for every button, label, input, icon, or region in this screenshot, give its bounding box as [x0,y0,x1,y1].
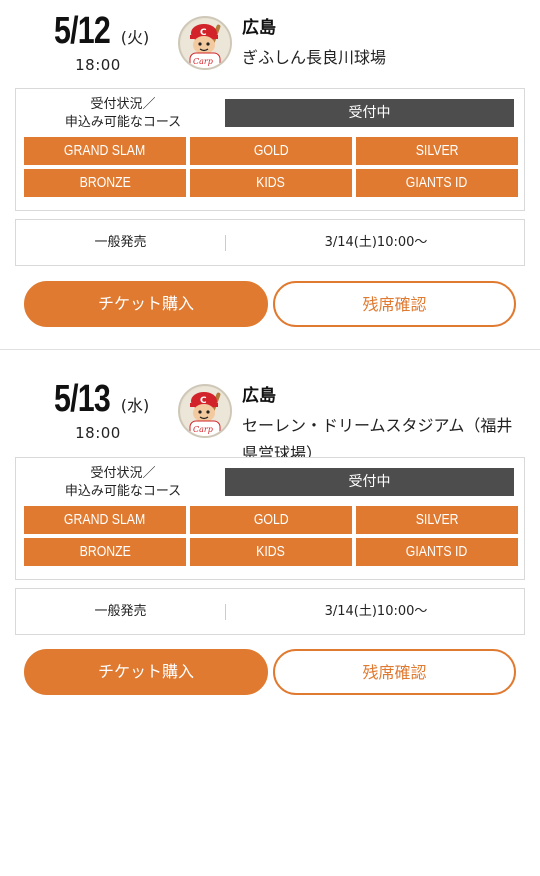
game-time: 18:00 [75,56,121,74]
game-date-block: 5/12 (火) 18:00 [38,10,158,74]
opponent-team: 広島 [242,18,276,38]
sale-start-date: 3/14(土)10:00〜 [324,604,428,619]
reception-status-label-text: 受付状況／ 申込み可能なコース [64,97,182,130]
course-badge-grand-slam: GRAND SLAM [24,137,186,165]
course-badge-giants-id: GIANTS ID [356,538,518,566]
reception-status-label-text: 受付状況／ 申込み可能なコース [64,466,182,499]
course-badge-silver: SILVER [356,137,518,165]
course-badge-bronze: BRONZE [24,169,186,197]
opponent-team: 広島 [242,386,276,406]
check-seats-button[interactable]: 残席確認 [273,649,516,695]
course-badge-gold: GOLD [190,137,352,165]
reception-status-value: 受付中 [225,99,514,127]
game-time: 18:00 [75,424,121,442]
carp-mascot-logo-icon: C Carp [178,16,232,70]
course-list: GRAND SLAM GOLD SILVER BRONZE KIDS GIANT… [24,506,518,566]
buy-ticket-button[interactable]: チケット購入 [24,281,268,327]
reception-status-panel: 受付状況／ 申込み可能なコース 受付中 GRAND SLAM GOLD SILV… [15,88,525,211]
venue-name: ぎふしん長良川球場 [242,48,387,67]
reception-status-label: 受付状況／ 申込み可能なコース [28,465,218,501]
reception-status-label: 受付状況／ 申込み可能なコース [28,96,218,132]
course-badge-giants-id: GIANTS ID [356,169,518,197]
game-date: 5/13 [53,378,111,420]
course-badge-kids: KIDS [190,169,352,197]
svg-text:Carp: Carp [193,57,213,66]
buy-ticket-button[interactable]: チケット購入 [24,649,268,695]
course-list: GRAND SLAM GOLD SILVER BRONZE KIDS GIANT… [24,137,518,197]
course-badge-bronze: BRONZE [24,538,186,566]
divider [0,349,540,350]
game-date-block: 5/13 (水) 18:00 [38,378,158,442]
sale-info-row: 一般発売 3/14(土)10:00〜 [15,588,525,635]
svg-text:Carp: Carp [193,425,213,434]
reception-status-value: 受付中 [225,468,514,496]
matchup-info: 広島 セーレン・ドリームスタジアム（福井県営球場） [242,384,527,468]
sale-start-date: 3/14(土)10:00〜 [324,235,428,250]
game-date: 5/12 [53,10,111,52]
game-day-of-week: (火) [120,28,150,47]
course-badge-silver: SILVER [356,506,518,534]
check-seats-button[interactable]: 残席確認 [273,281,516,327]
carp-mascot-logo-icon: C Carp [178,384,232,438]
sale-info-row: 一般発売 3/14(土)10:00〜 [15,219,525,266]
course-badge-gold: GOLD [190,506,352,534]
sale-type: 一般発売 [94,604,147,619]
sale-type: 一般発売 [94,235,147,250]
reception-status-panel: 受付状況／ 申込み可能なコース 受付中 GRAND SLAM GOLD SILV… [15,457,525,580]
matchup-info: 広島 ぎふしん長良川球場 [242,16,527,72]
course-badge-kids: KIDS [190,538,352,566]
course-badge-grand-slam: GRAND SLAM [24,506,186,534]
game-day-of-week: (水) [120,396,150,415]
